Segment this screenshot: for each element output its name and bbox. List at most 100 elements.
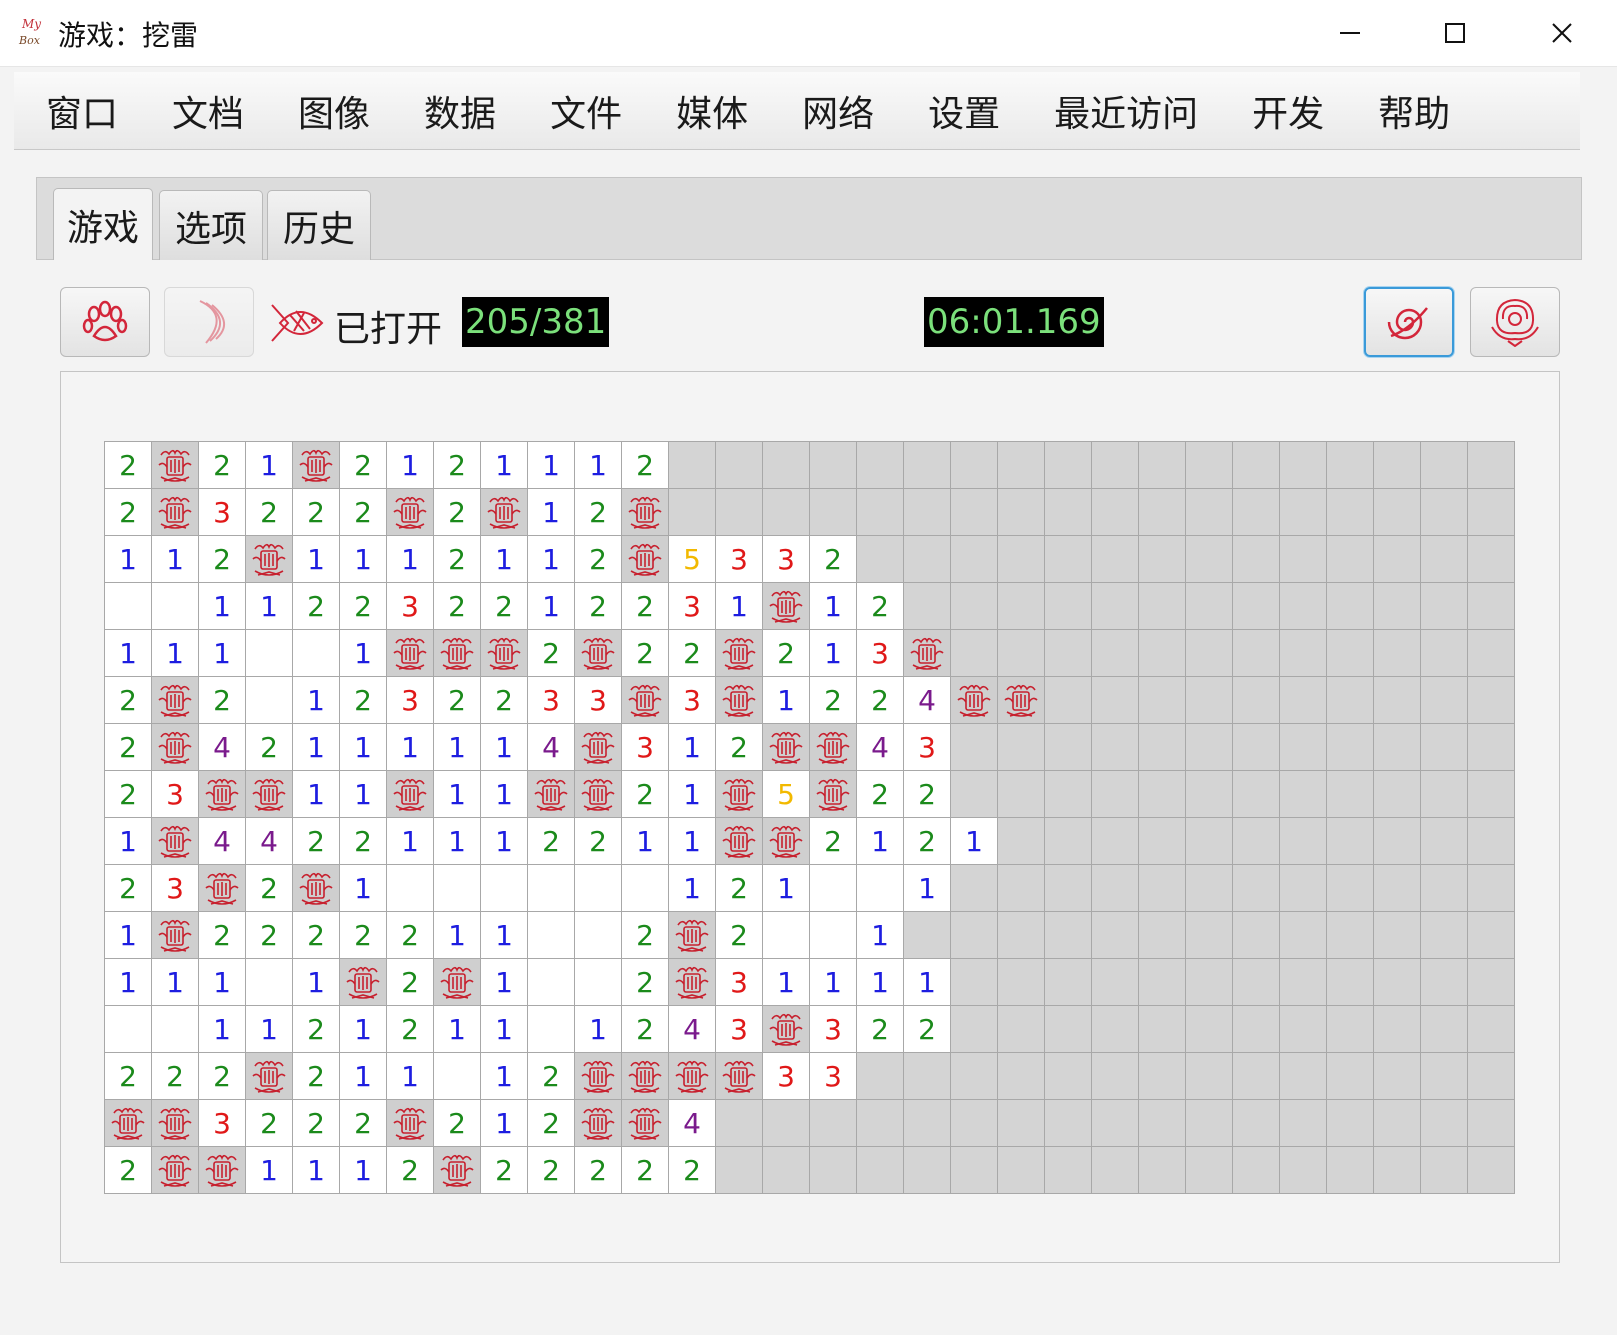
cell-unopened[interactable] [998,1006,1044,1052]
cell-unopened[interactable] [1280,865,1326,911]
cell-number[interactable]: 3 [716,536,762,582]
maximize-button[interactable] [1405,0,1505,66]
cell-unopened[interactable] [1139,865,1185,911]
cell-number[interactable]: 4 [528,724,574,770]
cell-unopened[interactable] [951,630,997,676]
cell-mine[interactable] [575,1100,621,1146]
cell-unopened[interactable] [1280,818,1326,864]
spiral-button[interactable] [1364,287,1454,357]
cell-unopened[interactable] [998,912,1044,958]
cell-number[interactable]: 2 [434,536,480,582]
cell-number[interactable]: 1 [199,959,245,1005]
cell-number[interactable]: 3 [669,583,715,629]
cell-number[interactable]: 2 [340,583,386,629]
cell-mine[interactable] [293,442,339,488]
cell-number[interactable]: 5 [669,536,715,582]
cell-mine[interactable] [199,865,245,911]
cell-unopened[interactable] [1421,912,1467,958]
cell-unopened[interactable] [1280,442,1326,488]
cell-mine[interactable] [575,1053,621,1099]
cell-mine[interactable] [105,1100,151,1146]
cell-unopened[interactable] [1468,677,1514,723]
menu-develop[interactable]: 开发 [1252,85,1324,137]
cell-open-empty[interactable] [152,1006,198,1052]
cell-unopened[interactable] [1233,630,1279,676]
cell-number[interactable]: 1 [434,912,480,958]
cell-unopened[interactable] [904,1147,950,1193]
cell-number[interactable]: 2 [622,583,668,629]
cell-mine[interactable] [387,1100,433,1146]
cell-mine[interactable] [246,771,292,817]
cell-unopened[interactable] [857,1147,903,1193]
cell-open-empty[interactable] [246,677,292,723]
cell-unopened[interactable] [857,536,903,582]
cell-unopened[interactable] [1186,536,1232,582]
cell-number[interactable]: 1 [481,442,527,488]
cell-unopened[interactable] [1045,1006,1091,1052]
cell-number[interactable]: 1 [387,1053,433,1099]
cell-number[interactable]: 2 [199,442,245,488]
cell-number[interactable]: 1 [810,959,856,1005]
cell-number[interactable]: 1 [481,1053,527,1099]
cell-mine[interactable] [622,1053,668,1099]
cell-unopened[interactable] [1280,959,1326,1005]
cell-unopened[interactable] [1139,677,1185,723]
cell-unopened[interactable] [1280,583,1326,629]
cell-mine[interactable] [152,818,198,864]
cell-unopened[interactable] [951,1006,997,1052]
cell-unopened[interactable] [1233,912,1279,958]
cell-unopened[interactable] [998,959,1044,1005]
cell-mine[interactable] [810,724,856,770]
cell-number[interactable]: 1 [481,1100,527,1146]
cell-number[interactable]: 1 [622,818,668,864]
cell-mine[interactable] [481,489,527,535]
cell-unopened[interactable] [763,1147,809,1193]
cell-number[interactable]: 2 [340,489,386,535]
cell-open-empty[interactable] [387,865,433,911]
cell-number[interactable]: 4 [199,724,245,770]
cell-number[interactable]: 3 [763,536,809,582]
cell-number[interactable]: 1 [810,583,856,629]
cell-mine[interactable] [293,865,339,911]
cell-number[interactable]: 1 [434,1006,480,1052]
cell-unopened[interactable] [1139,630,1185,676]
cell-mine[interactable] [622,677,668,723]
cell-unopened[interactable] [1233,818,1279,864]
menu-help[interactable]: 帮助 [1378,85,1450,137]
cell-number[interactable]: 1 [481,724,527,770]
cell-mine[interactable] [246,536,292,582]
cell-unopened[interactable] [1468,771,1514,817]
cell-unopened[interactable] [1374,442,1420,488]
cell-number[interactable]: 3 [622,724,668,770]
cell-unopened[interactable] [1421,442,1467,488]
cell-unopened[interactable] [1327,1147,1373,1193]
cell-unopened[interactable] [1092,489,1138,535]
cell-unopened[interactable] [810,1100,856,1146]
cell-mine[interactable] [152,912,198,958]
cell-number[interactable]: 2 [199,536,245,582]
cell-number[interactable]: 5 [763,771,809,817]
menu-recent[interactable]: 最近访问 [1054,85,1198,137]
cell-number[interactable]: 2 [904,771,950,817]
cell-unopened[interactable] [1045,1100,1091,1146]
cell-number[interactable]: 2 [199,912,245,958]
cell-number[interactable]: 1 [387,442,433,488]
cell-number[interactable]: 2 [246,912,292,958]
cell-unopened[interactable] [810,489,856,535]
cell-unopened[interactable] [951,912,997,958]
cell-unopened[interactable] [1421,677,1467,723]
cell-number[interactable]: 2 [716,724,762,770]
cell-number[interactable]: 1 [199,630,245,676]
cell-unopened[interactable] [1045,865,1091,911]
cell-number[interactable]: 1 [152,536,198,582]
cell-mine[interactable] [716,818,762,864]
cell-open-empty[interactable] [105,1006,151,1052]
cell-mine[interactable] [716,630,762,676]
cell-mine[interactable] [763,1006,809,1052]
cell-unopened[interactable] [1092,677,1138,723]
cell-open-empty[interactable] [434,865,480,911]
cell-unopened[interactable] [1280,677,1326,723]
cell-number[interactable]: 1 [199,583,245,629]
cell-unopened[interactable] [998,1147,1044,1193]
cell-mine[interactable] [340,959,386,1005]
